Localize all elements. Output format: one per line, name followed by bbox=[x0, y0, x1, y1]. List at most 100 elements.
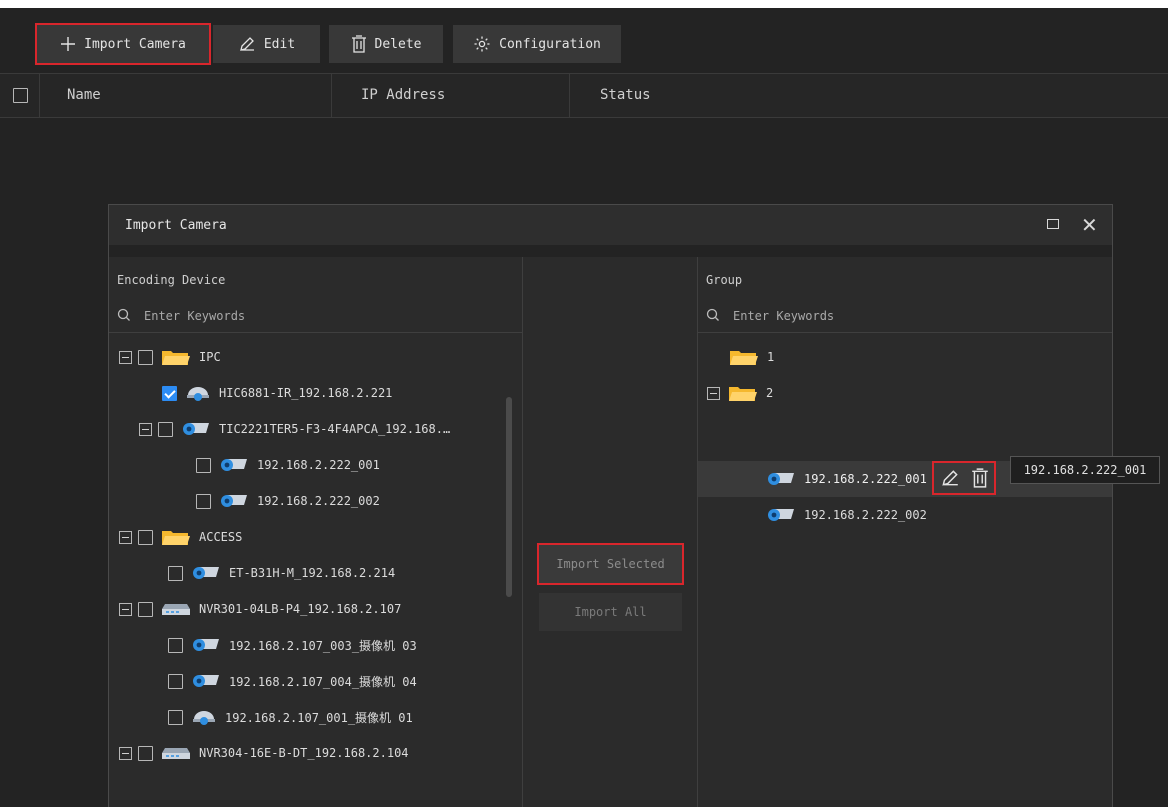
group-search[interactable]: Enter Keywords bbox=[698, 299, 1112, 333]
tree-node-access[interactable]: ACCESS bbox=[119, 519, 242, 555]
tree-checkbox[interactable] bbox=[168, 565, 183, 581]
tree-node-nvr[interactable]: NVR301-04LB-P4_192.168.2.107 bbox=[119, 591, 401, 627]
edit-button[interactable]: Edit bbox=[213, 25, 320, 63]
configuration-button[interactable]: Configuration bbox=[453, 25, 621, 63]
tree-checkbox[interactable] bbox=[138, 601, 153, 617]
delete-label: Delete bbox=[374, 36, 422, 52]
tree-checkbox[interactable] bbox=[138, 745, 153, 761]
column-separator bbox=[569, 74, 570, 118]
folder-icon bbox=[729, 387, 757, 401]
column-separator bbox=[331, 74, 332, 118]
nvr-icon bbox=[162, 748, 190, 759]
tree-label: 192.168.2.222_002 bbox=[804, 508, 927, 522]
tooltip: 192.168.2.222_001 bbox=[1010, 456, 1160, 484]
tree-label: 1 bbox=[767, 350, 775, 364]
bullet-camera-icon bbox=[193, 567, 219, 579]
tree-label: NVR301-04LB-P4_192.168.2.107 bbox=[199, 602, 402, 616]
bullet-camera-icon bbox=[193, 639, 219, 651]
group-node-2[interactable]: 2 bbox=[707, 375, 773, 411]
encoding-device-panel: Encoding Device Enter Keywords IPC HIC68… bbox=[109, 257, 523, 807]
import-camera-dialog: Import Camera ✕ Encoding Device Enter Ke… bbox=[108, 204, 1113, 807]
gear-icon bbox=[474, 36, 490, 52]
folder-icon bbox=[730, 351, 758, 365]
pencil-icon bbox=[239, 37, 254, 51]
tree-checkbox[interactable] bbox=[168, 637, 183, 653]
column-status[interactable]: Status bbox=[600, 87, 651, 103]
tree-checkbox[interactable] bbox=[158, 421, 173, 437]
delete-button[interactable]: Delete bbox=[329, 25, 443, 63]
tree-checkbox-checked[interactable] bbox=[162, 385, 177, 401]
tree-checkbox[interactable] bbox=[138, 349, 153, 365]
column-separator bbox=[39, 74, 40, 118]
tree-node-device[interactable]: TIC2221TER5-F3-4F4APCA_192.168.… bbox=[139, 411, 450, 447]
group-camera-row[interactable]: 192.168.2.222_001 bbox=[766, 461, 927, 497]
tree-node-channel[interactable]: 192.168.2.107_004_摄像机 04 bbox=[168, 663, 417, 699]
collapse-icon[interactable] bbox=[139, 422, 152, 436]
camera-table-header: Name IP Address Status bbox=[0, 73, 1168, 118]
bullet-camera-icon bbox=[183, 423, 209, 435]
tree-label: ET-B31H-M_192.168.2.214 bbox=[229, 566, 396, 580]
group-title: Group bbox=[706, 273, 743, 287]
group-camera-row[interactable]: 192.168.2.222_002 bbox=[766, 497, 927, 533]
tree-label: HIC6881-IR_192.168.2.221 bbox=[219, 386, 393, 400]
bullet-camera-icon bbox=[221, 459, 247, 471]
tree-checkbox[interactable] bbox=[168, 673, 183, 689]
tree-label: 192.168.2.222_002 bbox=[257, 494, 380, 508]
close-icon[interactable]: ✕ bbox=[1081, 213, 1098, 237]
bullet-camera-icon bbox=[221, 495, 247, 507]
dialog-title: Import Camera bbox=[125, 218, 227, 233]
tree-checkbox[interactable] bbox=[138, 529, 153, 545]
tree-node-device[interactable]: ET-B31H-M_192.168.2.214 bbox=[168, 555, 395, 591]
trash-icon[interactable] bbox=[971, 468, 989, 488]
dome-camera-icon bbox=[193, 711, 215, 725]
row-actions bbox=[932, 461, 996, 495]
tree-checkbox[interactable] bbox=[196, 493, 211, 509]
column-ip-address[interactable]: IP Address bbox=[361, 87, 445, 103]
dialog-title-bar: Import Camera ✕ bbox=[109, 205, 1112, 245]
encoding-device-title: Encoding Device bbox=[117, 273, 226, 287]
folder-icon bbox=[162, 531, 190, 545]
tree-label: IPC bbox=[199, 350, 221, 364]
search-placeholder: Enter Keywords bbox=[144, 309, 246, 323]
collapse-icon[interactable] bbox=[119, 746, 132, 760]
encoding-device-search[interactable]: Enter Keywords bbox=[109, 299, 522, 333]
tree-node-channel[interactable]: 192.168.2.107_003_摄像机 03 bbox=[168, 627, 417, 663]
tree-label: 192.168.2.107_003_摄像机 03 bbox=[229, 638, 417, 653]
import-camera-button[interactable]: Import Camera bbox=[35, 23, 211, 65]
bullet-camera-icon bbox=[193, 675, 219, 687]
toolbar: Import Camera Edit Delete Configuration bbox=[0, 8, 1168, 73]
configuration-label: Configuration bbox=[499, 36, 601, 52]
tree-node-channel[interactable]: 192.168.2.222_001 bbox=[196, 447, 380, 483]
folder-icon bbox=[162, 351, 190, 365]
tree-label: 192.168.2.222_001 bbox=[804, 472, 927, 486]
edit-label: Edit bbox=[263, 36, 296, 52]
tree-scrollbar[interactable] bbox=[506, 397, 512, 597]
collapse-icon[interactable] bbox=[119, 602, 132, 616]
tree-node-channel[interactable]: 192.168.2.107_001_摄像机 01 bbox=[168, 699, 413, 735]
tree-node-ipc[interactable]: IPC bbox=[119, 339, 221, 375]
nvr-icon bbox=[162, 604, 190, 615]
collapse-icon[interactable] bbox=[119, 350, 132, 364]
tree-label: 192.168.2.107_001_摄像机 01 bbox=[225, 710, 413, 725]
select-all-checkbox[interactable] bbox=[13, 88, 28, 103]
tree-checkbox[interactable] bbox=[168, 709, 183, 725]
tree-node-device[interactable]: HIC6881-IR_192.168.2.221 bbox=[162, 375, 392, 411]
tree-node-nvr[interactable]: NVR304-16E-B-DT_192.168.2.104 bbox=[119, 735, 409, 771]
import-all-button[interactable]: Import All bbox=[539, 593, 682, 631]
group-panel: Group Enter Keywords 1 2 192.168.2.222_0… bbox=[698, 257, 1112, 807]
tree-node-channel[interactable]: 192.168.2.222_002 bbox=[196, 483, 380, 519]
tree-label: 192.168.2.222_001 bbox=[257, 458, 380, 472]
tree-label: 2 bbox=[766, 386, 774, 400]
pencil-icon[interactable] bbox=[940, 468, 960, 488]
trash-icon bbox=[351, 35, 366, 53]
dialog-title-divider bbox=[109, 245, 1112, 257]
import-selected-button[interactable]: Import Selected bbox=[537, 543, 684, 585]
collapse-icon[interactable] bbox=[119, 530, 132, 544]
bullet-camera-icon bbox=[768, 473, 794, 485]
maximize-icon[interactable] bbox=[1047, 219, 1059, 229]
group-node-1[interactable]: 1 bbox=[729, 339, 774, 375]
collapse-icon[interactable] bbox=[707, 386, 720, 400]
column-name[interactable]: Name bbox=[67, 87, 101, 103]
tree-checkbox[interactable] bbox=[196, 457, 211, 473]
import-actions-panel: Import Selected Import All bbox=[523, 257, 698, 807]
